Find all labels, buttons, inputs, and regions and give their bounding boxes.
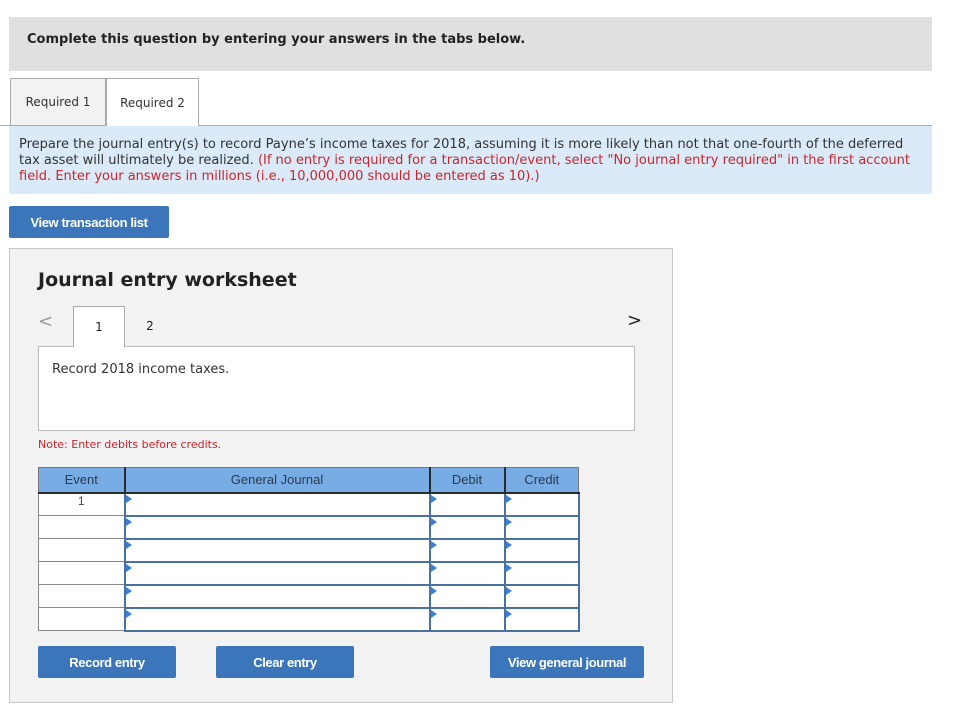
view-transaction-list-button[interactable]: View transaction list: [9, 206, 169, 238]
account-field[interactable]: [125, 494, 429, 514]
requirement-tabs: Required 1 Required 2: [9, 78, 932, 126]
account-field[interactable]: [125, 540, 429, 560]
debit-field-cell: [428, 606, 506, 632]
account-field[interactable]: [125, 563, 429, 583]
account-field-cell: [123, 491, 431, 517]
header-credit: Credit: [503, 467, 579, 494]
view-general-journal-button[interactable]: View general journal: [490, 646, 644, 678]
journal-row: [38, 560, 580, 586]
journal-table: Event General Journal Debit Credit 1: [38, 467, 580, 632]
credit-field[interactable]: [505, 609, 578, 629]
entry-tab-1[interactable]: 1: [73, 306, 125, 347]
chevron-left-icon[interactable]: <: [38, 311, 53, 332]
record-entry-button[interactable]: Record entry: [38, 646, 176, 678]
credit-field-cell: [503, 560, 580, 586]
entry-description-box: Record 2018 income taxes.: [38, 346, 635, 431]
worksheet-title: Journal entry worksheet: [38, 269, 297, 291]
debit-field[interactable]: [430, 609, 504, 629]
entry-description: Record 2018 income taxes.: [52, 362, 230, 377]
credit-field[interactable]: [505, 586, 578, 606]
journal-row: [38, 537, 580, 563]
header-event: Event: [38, 467, 126, 494]
debit-field-cell: [428, 537, 506, 563]
debit-field-cell: [428, 491, 506, 517]
header-debit: Debit: [428, 467, 506, 494]
event-cell: [38, 538, 125, 562]
debit-field-cell: [428, 560, 506, 586]
instructions-text: Complete this question by entering your …: [27, 32, 526, 47]
account-field-cell: [123, 560, 431, 586]
journal-row: [38, 514, 580, 540]
credit-field-cell: [503, 606, 580, 632]
credit-field[interactable]: [505, 563, 578, 583]
debit-credit-note: Note: Enter debits before credits.: [38, 438, 222, 451]
tab-required-1[interactable]: Required 1: [10, 78, 106, 126]
credit-field-cell: [503, 514, 580, 540]
event-cell: [38, 515, 125, 539]
debit-field[interactable]: [430, 563, 504, 583]
question-prompt: Prepare the journal entry(s) to record P…: [9, 126, 932, 194]
tab-required-2[interactable]: Required 2: [106, 78, 199, 126]
journal-row: [38, 606, 580, 632]
credit-field[interactable]: [505, 540, 578, 560]
instructions-banner: Complete this question by entering your …: [9, 17, 932, 71]
credit-field[interactable]: [505, 517, 578, 537]
credit-field-cell: [503, 537, 580, 563]
debit-field[interactable]: [430, 586, 504, 606]
account-field-cell: [123, 514, 431, 540]
account-field-cell: [123, 537, 431, 563]
debit-field[interactable]: [430, 494, 504, 514]
account-field[interactable]: [125, 586, 429, 606]
journal-header-row: Event General Journal Debit Credit: [38, 467, 579, 494]
account-field[interactable]: [125, 517, 429, 537]
credit-field-cell: [503, 583, 580, 609]
header-general-journal: General Journal: [123, 467, 431, 494]
event-cell: 1: [38, 492, 125, 516]
account-field-cell: [123, 583, 431, 609]
account-field[interactable]: [125, 609, 429, 629]
event-cell: [38, 584, 125, 608]
entry-tab-2[interactable]: 2: [124, 306, 176, 346]
clear-entry-button[interactable]: Clear entry: [216, 646, 354, 678]
credit-field-cell: [503, 491, 580, 517]
debit-field[interactable]: [430, 540, 504, 560]
journal-entry-worksheet: Journal entry worksheet < 1 2 > Record 2…: [9, 248, 673, 703]
event-cell: [38, 561, 125, 585]
event-cell: [38, 607, 125, 631]
debit-field[interactable]: [430, 517, 504, 537]
account-field-cell: [123, 606, 431, 632]
debit-field-cell: [428, 583, 506, 609]
debit-field-cell: [428, 514, 506, 540]
credit-field[interactable]: [505, 494, 578, 514]
chevron-right-icon[interactable]: >: [627, 310, 642, 331]
journal-row: [38, 583, 580, 609]
journal-row: 1: [38, 491, 580, 517]
